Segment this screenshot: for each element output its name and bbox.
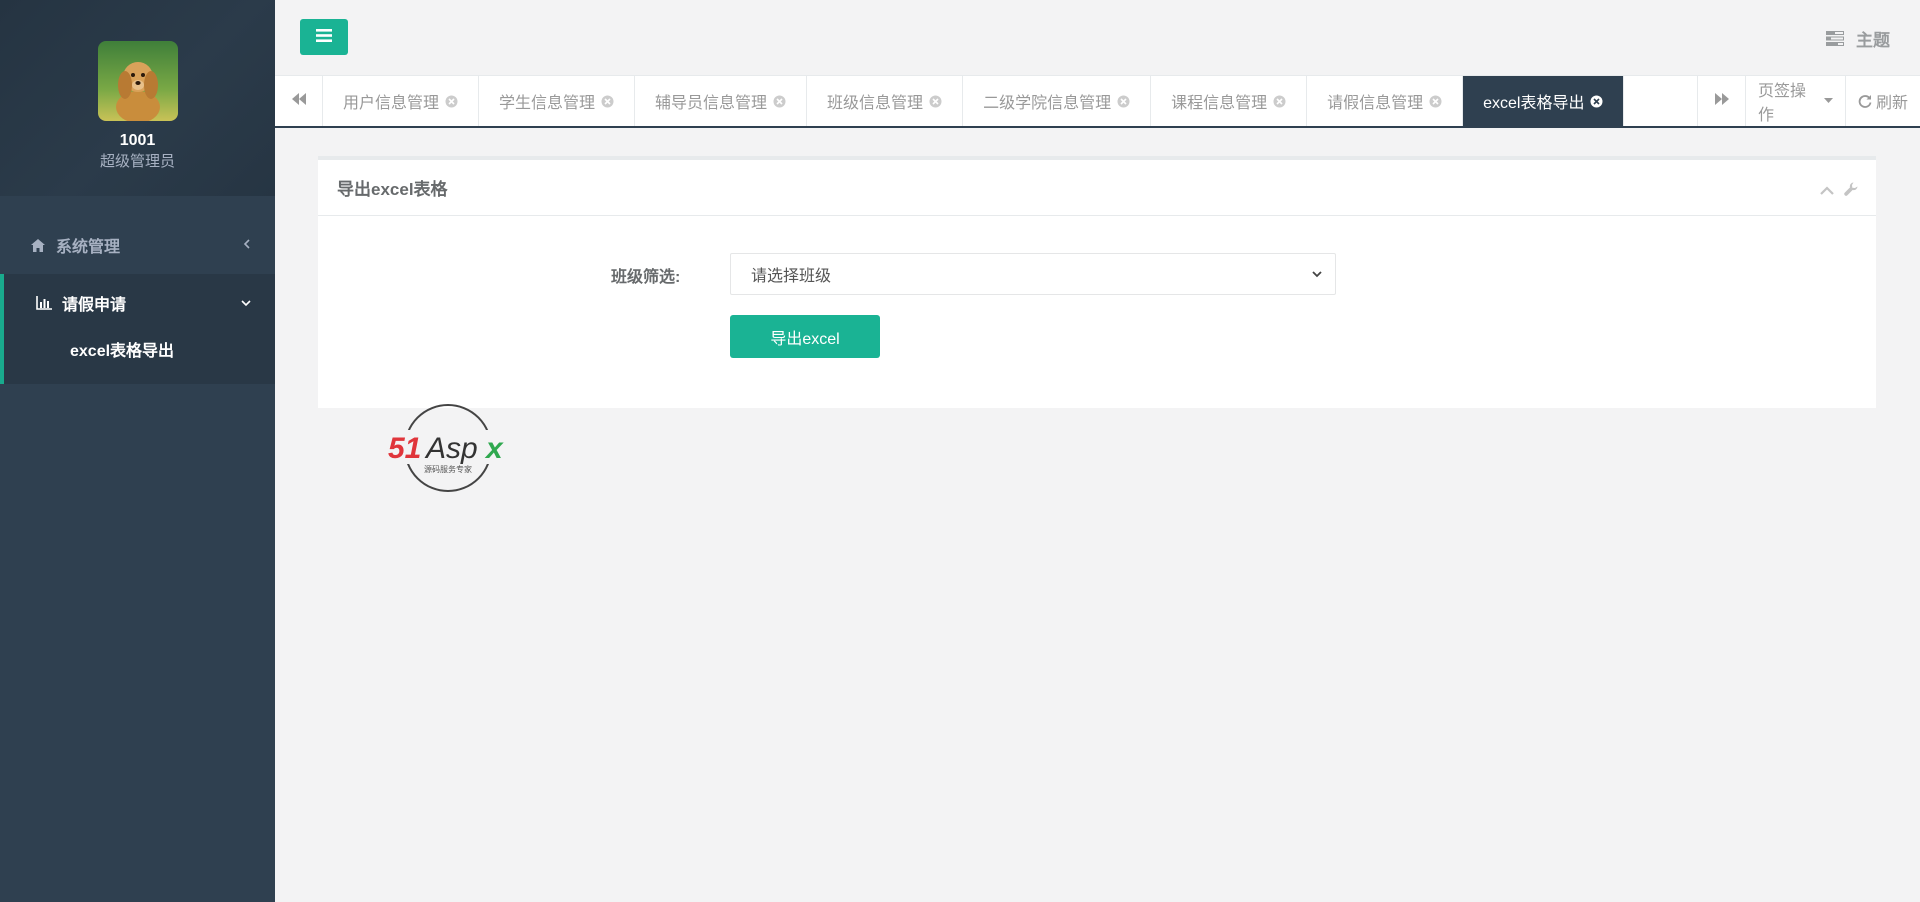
refresh-button[interactable]: 刷新	[1845, 76, 1920, 126]
tab-college-info[interactable]: 二级学院信息管理	[963, 76, 1152, 126]
tab-list: 用户信息管理 学生信息管理 辅导员信息管理 班级信息管理 二级学院信息管理 课程…	[323, 76, 1697, 126]
close-circle-icon[interactable]	[445, 95, 458, 108]
theme-button[interactable]: 主题	[1826, 26, 1890, 51]
chevron-down-icon	[241, 294, 251, 312]
user-role: 超级管理员	[99, 153, 175, 170]
tab-excel-export[interactable]: excel表格导出	[1463, 76, 1625, 126]
home-icon	[30, 237, 46, 253]
export-panel: 导出excel表格 班级筛选: 请选择班级 导出excel	[318, 156, 1876, 408]
close-circle-icon[interactable]	[929, 95, 942, 108]
tab-label: 课程信息管理	[1171, 95, 1268, 112]
sidebar-item-leave[interactable]: 请假申请	[4, 274, 275, 332]
panel-body: 班级筛选: 请选择班级 导出excel	[318, 216, 1876, 408]
tab-user-info[interactable]: 用户信息管理	[323, 76, 480, 126]
tab-label: 班级信息管理	[827, 95, 924, 112]
panel-header: 导出excel表格	[318, 160, 1876, 216]
profile-area: 1001 超级管理员	[0, 0, 275, 196]
refresh-label: 刷新	[1875, 95, 1908, 112]
bar-chart-icon	[36, 295, 52, 311]
close-circle-icon[interactable]	[601, 95, 614, 108]
tab-scroll-right-button[interactable]	[1697, 76, 1745, 126]
caret-down-icon	[1824, 98, 1833, 104]
sidebar-item-label: 系统管理	[56, 239, 121, 256]
sidebar-item-label: 请假申请	[62, 297, 127, 314]
close-circle-icon[interactable]	[773, 95, 786, 108]
user-id: 1001	[119, 132, 156, 149]
tab-student-info[interactable]: 学生信息管理	[479, 76, 636, 126]
chevron-up-icon[interactable]	[1820, 182, 1834, 201]
tab-course-info[interactable]: 课程信息管理	[1151, 76, 1308, 126]
menu-toggle-button[interactable]	[300, 19, 348, 55]
chevron-left-icon	[243, 236, 251, 254]
tab-label: 用户信息管理	[343, 95, 440, 112]
svg-text:51: 51	[388, 432, 421, 465]
tab-leave-info[interactable]: 请假信息管理	[1307, 76, 1464, 126]
watermark-logo: 51 Asp x 源码服务专家	[386, 402, 510, 494]
refresh-icon	[1858, 94, 1872, 108]
close-circle-icon[interactable]	[1429, 95, 1442, 108]
hamburger-icon	[316, 29, 332, 45]
panel-title: 导出excel表格	[337, 180, 448, 199]
page-ops-label: 页签操作	[1758, 83, 1807, 124]
tab-label: excel表格导出	[1483, 95, 1585, 112]
panel-tools	[1820, 182, 1858, 201]
forward-icon	[1714, 92, 1729, 110]
top-navbar: 主题	[275, 0, 1920, 76]
main-content: 导出excel表格 班级筛选: 请选择班级 导出excel	[318, 156, 1876, 408]
sidebar-subitem-excel-export[interactable]: excel表格导出	[4, 332, 275, 372]
theme-label: 主题	[1856, 31, 1890, 50]
class-filter-label: 班级筛选:	[611, 269, 681, 286]
svg-text:源码服务专家: 源码服务专家	[424, 464, 472, 474]
tab-label: 请假信息管理	[1327, 95, 1424, 112]
tab-label: 二级学院信息管理	[983, 95, 1112, 112]
tab-bar: 用户信息管理 学生信息管理 辅导员信息管理 班级信息管理 二级学院信息管理 课程…	[275, 76, 1920, 128]
close-circle-icon[interactable]	[1273, 95, 1286, 108]
export-excel-button[interactable]: 导出excel	[730, 315, 880, 358]
class-select[interactable]: 请选择班级	[730, 253, 1336, 295]
svg-text:x: x	[484, 432, 504, 465]
tab-label: 学生信息管理	[499, 95, 596, 112]
avatar[interactable]	[97, 41, 178, 121]
sidebar: 1001 超级管理员 系统管理 请假申请 excel表格导出	[0, 0, 275, 902]
close-circle-icon[interactable]	[1590, 95, 1603, 108]
sidebar-item-system[interactable]: 系统管理	[0, 216, 275, 274]
tab-counselor-info[interactable]: 辅导员信息管理	[635, 76, 808, 126]
sidebar-group-leave: 请假申请 excel表格导出	[0, 274, 275, 384]
tab-label: 辅导员信息管理	[655, 95, 768, 112]
tab-scroll-left-button[interactable]	[275, 76, 323, 126]
class-select-value: 请选择班级	[751, 268, 832, 285]
chevron-down-icon	[1311, 267, 1323, 285]
svg-text:Asp: Asp	[424, 432, 478, 465]
close-circle-icon[interactable]	[1117, 95, 1130, 108]
tab-class-info[interactable]: 班级信息管理	[807, 76, 964, 126]
wrench-icon[interactable]	[1844, 182, 1858, 201]
page-ops-dropdown[interactable]: 页签操作	[1745, 76, 1845, 126]
tasks-icon	[1826, 31, 1844, 46]
backward-icon	[291, 92, 306, 110]
